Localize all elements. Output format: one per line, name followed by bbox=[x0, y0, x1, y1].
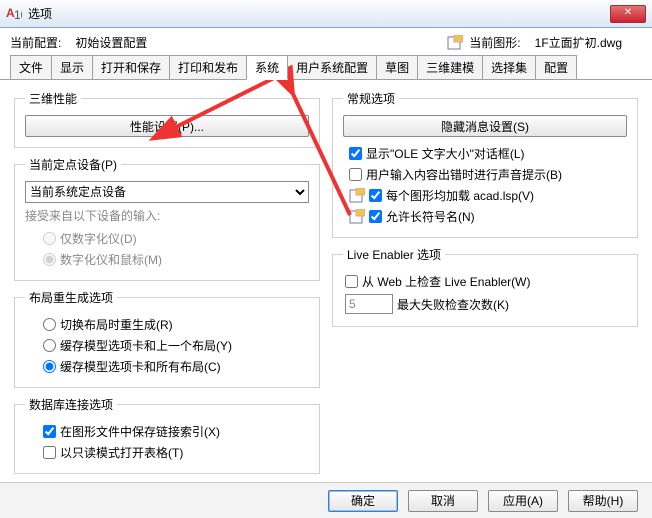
drawing-badge-icon bbox=[349, 188, 365, 204]
tab-open-save[interactable]: 打开和保存 bbox=[92, 55, 170, 79]
opt-regen-switch[interactable]: 切换布局时重生成(R) bbox=[25, 314, 309, 335]
header-row: 当前配置: 初始设置配置 当前图形: 1F立面扩初.dwg bbox=[0, 28, 652, 53]
check-acad-lsp[interactable] bbox=[369, 189, 382, 202]
tabs: 文件 显示 打开和保存 打印和发布 系统 用户系统配置 草图 三维建模 选择集 … bbox=[0, 55, 652, 80]
performance-settings-button[interactable]: 性能设置(P)... bbox=[25, 115, 309, 137]
pointing-device-select[interactable]: 当前系统定点设备 bbox=[25, 181, 309, 203]
tab-display[interactable]: 显示 bbox=[51, 55, 93, 79]
radio-digitizer-only bbox=[43, 232, 56, 245]
drawing-icon bbox=[447, 35, 463, 51]
tab-system[interactable]: 系统 bbox=[246, 55, 288, 80]
group-live-enabler: Live Enabler 选项 从 Web 上检查 Live Enabler(W… bbox=[332, 246, 638, 327]
tab-selection[interactable]: 选择集 bbox=[482, 55, 536, 79]
opt-save-link-index[interactable]: 在图形文件中保存链接索引(X) bbox=[25, 421, 309, 442]
group-general-options: 常规选项 隐藏消息设置(S) 显示"OLE 文字大小"对话框(L) 用户输入内容… bbox=[332, 90, 638, 238]
opt-beep-error[interactable]: 用户输入内容出错时进行声音提示(B) bbox=[343, 164, 627, 185]
tab-files[interactable]: 文件 bbox=[10, 55, 52, 79]
check-beep-error[interactable] bbox=[349, 168, 362, 181]
current-config-label: 当前配置: bbox=[10, 34, 61, 51]
check-long-names[interactable] bbox=[369, 210, 382, 223]
app-icon: A10 bbox=[6, 6, 22, 22]
current-config-value: 初始设置配置 bbox=[75, 34, 147, 51]
opt-readonly-tables[interactable]: 以只读模式打开表格(T) bbox=[25, 442, 309, 463]
opt-cache-all[interactable]: 缓存模型选项卡和所有布局(C) bbox=[25, 356, 309, 377]
max-fail-row: 最大失败检查次数(K) bbox=[343, 292, 627, 316]
close-button[interactable]: ✕ bbox=[610, 5, 646, 23]
check-save-link-index[interactable] bbox=[43, 425, 56, 438]
right-column: 常规选项 隐藏消息设置(S) 显示"OLE 文字大小"对话框(L) 用户输入内容… bbox=[332, 90, 638, 474]
help-button[interactable]: 帮助(H) bbox=[568, 490, 638, 512]
current-drawing-label: 当前图形: bbox=[469, 34, 520, 51]
radio-cache-all[interactable] bbox=[43, 360, 56, 373]
group-3d-title: 三维性能 bbox=[25, 90, 81, 107]
opt-check-web[interactable]: 从 Web 上检查 Live Enabler(W) bbox=[343, 271, 627, 292]
group-3d-performance: 三维性能 性能设置(P)... bbox=[14, 90, 320, 148]
tab-plot-publish[interactable]: 打印和发布 bbox=[169, 55, 247, 79]
opt-ole-dialog[interactable]: 显示"OLE 文字大小"对话框(L) bbox=[343, 143, 627, 164]
group-layout-regen: 布局重生成选项 切换布局时重生成(R) 缓存模型选项卡和上一个布局(Y) 缓存模… bbox=[14, 289, 320, 388]
drawing-badge-icon-2 bbox=[349, 209, 365, 225]
group-pointing-device: 当前定点设备(P) 当前系统定点设备 接受来自以下设备的输入: 仅数字化仪(D)… bbox=[14, 156, 320, 281]
ok-button[interactable]: 确定 bbox=[328, 490, 398, 512]
tab-drafting[interactable]: 草图 bbox=[376, 55, 418, 79]
accept-input-label: 接受来自以下设备的输入: bbox=[25, 207, 309, 224]
check-readonly-tables[interactable] bbox=[43, 446, 56, 459]
max-fail-label: 最大失败检查次数(K) bbox=[397, 296, 509, 313]
tab-profiles[interactable]: 配置 bbox=[535, 55, 577, 79]
window-title: 选项 bbox=[28, 5, 610, 22]
left-column: 三维性能 性能设置(P)... 当前定点设备(P) 当前系统定点设备 接受来自以… bbox=[14, 90, 320, 474]
opt-long-names[interactable]: 允许长符号名(N) bbox=[343, 206, 627, 227]
opt-acad-lsp[interactable]: 每个图形均加载 acad.lsp(V) bbox=[343, 185, 627, 206]
radio-cache-last[interactable] bbox=[43, 339, 56, 352]
footer: 确定 取消 应用(A) 帮助(H) bbox=[0, 482, 652, 518]
max-fail-input[interactable] bbox=[345, 294, 393, 314]
cancel-button[interactable]: 取消 bbox=[408, 490, 478, 512]
opt-digitizer-only: 仅数字化仪(D) bbox=[25, 228, 309, 249]
current-drawing-value: 1F立面扩初.dwg bbox=[535, 34, 622, 51]
opt-digitizer-and-mouse: 数字化仪和鼠标(M) bbox=[25, 249, 309, 270]
group-general-title: 常规选项 bbox=[343, 90, 399, 107]
group-db-title: 数据库连接选项 bbox=[25, 396, 117, 413]
check-ole-dialog[interactable] bbox=[349, 147, 362, 160]
group-pointing-title: 当前定点设备(P) bbox=[25, 156, 121, 173]
group-live-title: Live Enabler 选项 bbox=[343, 246, 445, 263]
titlebar: A10 选项 ✕ bbox=[0, 0, 652, 28]
radio-digitizer-and-mouse bbox=[43, 253, 56, 266]
opt-cache-last[interactable]: 缓存模型选项卡和上一个布局(Y) bbox=[25, 335, 309, 356]
group-db-connect: 数据库连接选项 在图形文件中保存链接索引(X) 以只读模式打开表格(T) bbox=[14, 396, 320, 474]
hidden-message-settings-button[interactable]: 隐藏消息设置(S) bbox=[343, 115, 627, 137]
svg-text:10: 10 bbox=[14, 8, 22, 22]
tab-3d-modeling[interactable]: 三维建模 bbox=[417, 55, 483, 79]
apply-button[interactable]: 应用(A) bbox=[488, 490, 558, 512]
group-layout-title: 布局重生成选项 bbox=[25, 289, 117, 306]
tab-user-prefs[interactable]: 用户系统配置 bbox=[287, 55, 377, 79]
check-live-web[interactable] bbox=[345, 275, 358, 288]
radio-regen-switch[interactable] bbox=[43, 318, 56, 331]
